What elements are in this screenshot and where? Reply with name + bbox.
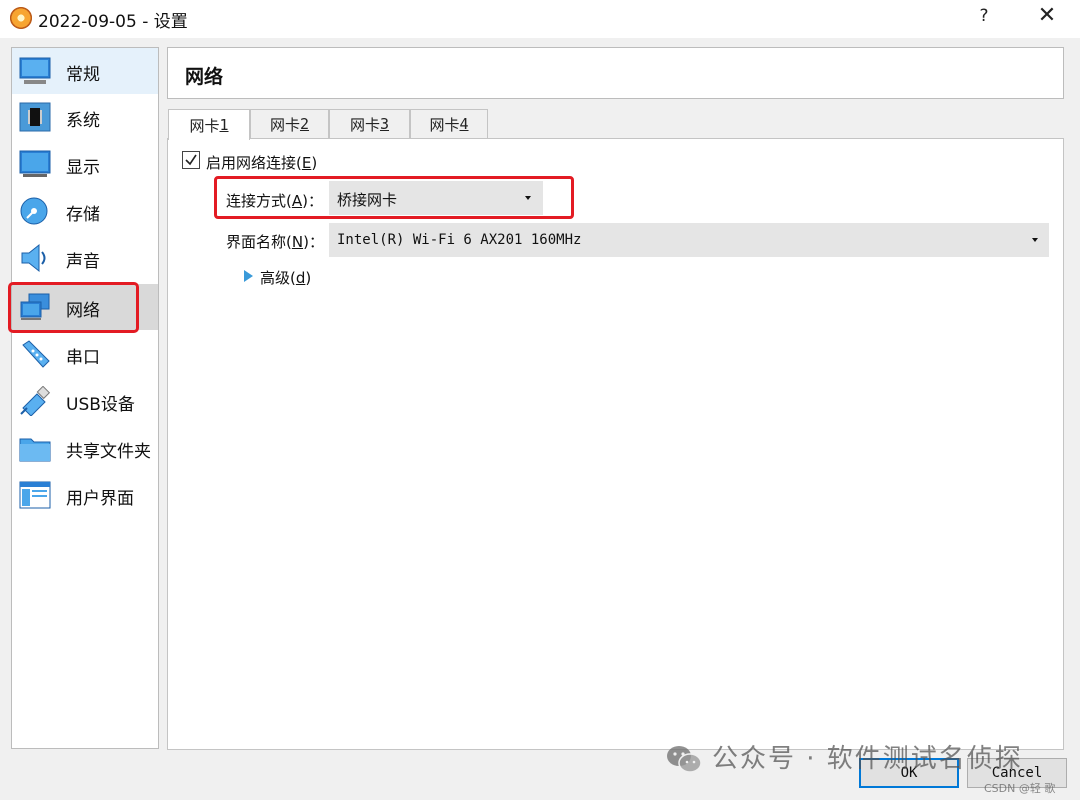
virtualbox-app-icon [10, 7, 32, 29]
tab-label: 网卡 [269, 115, 300, 134]
tab-adapter-4[interactable]: 网卡 4 [410, 109, 488, 138]
tab-key: 3 [379, 115, 390, 133]
tab-label: 网卡 [349, 115, 380, 134]
window-title: 2022-09-05 - 设置 [38, 12, 188, 32]
sidebar-item-audio[interactable]: 声音 [12, 235, 158, 281]
attached-to-label: 连接方式(A)： [226, 192, 323, 210]
tab-key: 2 [299, 115, 310, 133]
enable-adapter-label: 启用网络连接(E) [206, 154, 318, 172]
tab-key: 4 [459, 115, 469, 133]
sidebar-item-label: 声音 [66, 252, 100, 272]
system-icon [19, 102, 51, 132]
checkmark-icon [185, 154, 197, 166]
sidebar-item-label: 串口 [66, 348, 100, 368]
expand-triangle-icon[interactable] [244, 270, 253, 282]
sidebar-item-usb[interactable]: USB设备 [12, 378, 158, 424]
page-title: 网络 [185, 66, 224, 88]
chevron-down-icon [525, 196, 531, 200]
help-button[interactable]: ? [974, 6, 994, 26]
sidebar-item-label: 存储 [66, 205, 100, 225]
sidebar-item-label: 共享文件夹 [66, 442, 151, 462]
close-button[interactable]: ✕ [1036, 3, 1058, 28]
shared-folder-icon [19, 438, 51, 462]
tab-adapter-1[interactable]: 网卡 1 [168, 109, 250, 140]
serial-port-icon [22, 340, 50, 368]
network-icon [20, 293, 50, 320]
display-icon [19, 150, 51, 177]
sidebar-item-label: USB设备 [66, 395, 135, 415]
sidebar-item-system[interactable]: 系统 [12, 94, 158, 140]
attached-to-select[interactable]: 桥接网卡 [329, 181, 543, 215]
interface-name-value: Intel(R) Wi-Fi 6 AX201 160MHz [337, 232, 582, 248]
tab-label: 网卡 [429, 115, 460, 134]
interface-name-select[interactable]: Intel(R) Wi-Fi 6 AX201 160MHz [329, 223, 1049, 257]
watermark-text: 公众号 · 软件测试名侦探 [712, 744, 1023, 774]
sidebar-item-shared-folders[interactable]: 共享文件夹 [12, 425, 158, 471]
sidebar-item-storage[interactable]: 存储 [12, 188, 158, 234]
advanced-toggle[interactable]: 高级(d) [260, 267, 311, 288]
sidebar-item-label: 显示 [66, 158, 100, 178]
wechat-logo-icon [667, 746, 702, 773]
sidebar-item-display[interactable]: 显示 [12, 141, 158, 187]
interface-name-label: 界面名称(N)： [226, 233, 324, 251]
attached-to-value: 桥接网卡 [337, 191, 398, 209]
tab-label: 网卡 [189, 116, 220, 135]
tab-adapter-3[interactable]: 网卡 3 [329, 109, 410, 138]
audio-icon [21, 243, 46, 273]
sidebar-item-general[interactable]: 常规 [12, 48, 158, 94]
sidebar-item-serial-port[interactable]: 串口 [12, 331, 158, 377]
enable-adapter-checkbox[interactable] [182, 151, 200, 169]
usb-icon [20, 386, 51, 416]
sidebar-item-network[interactable]: 网络 [12, 284, 158, 330]
page-header: 网络 [167, 47, 1064, 99]
sidebar-item-label: 网络 [66, 301, 100, 321]
sidebar-item-label: 常规 [66, 65, 100, 85]
title-bar: 2022-09-05 - 设置 ? ✕ [0, 0, 1080, 38]
tab-adapter-2[interactable]: 网卡 2 [250, 109, 329, 138]
sidebar-item-label: 系统 [66, 111, 100, 131]
general-icon [19, 57, 51, 84]
sidebar-item-label: 用户界面 [66, 489, 134, 509]
storage-icon [20, 197, 48, 225]
csdn-watermark: CSDN @轻 歌 [984, 782, 1056, 795]
settings-sidebar: 常规 系统 显示 存储 声音 网络 串口 USB设备 共享文件夹 用户界面 [11, 47, 159, 749]
chevron-down-icon [1032, 238, 1038, 242]
user-interface-icon [19, 481, 51, 509]
sidebar-item-user-interface[interactable]: 用户界面 [12, 472, 158, 518]
tab-key: 1 [219, 116, 229, 134]
